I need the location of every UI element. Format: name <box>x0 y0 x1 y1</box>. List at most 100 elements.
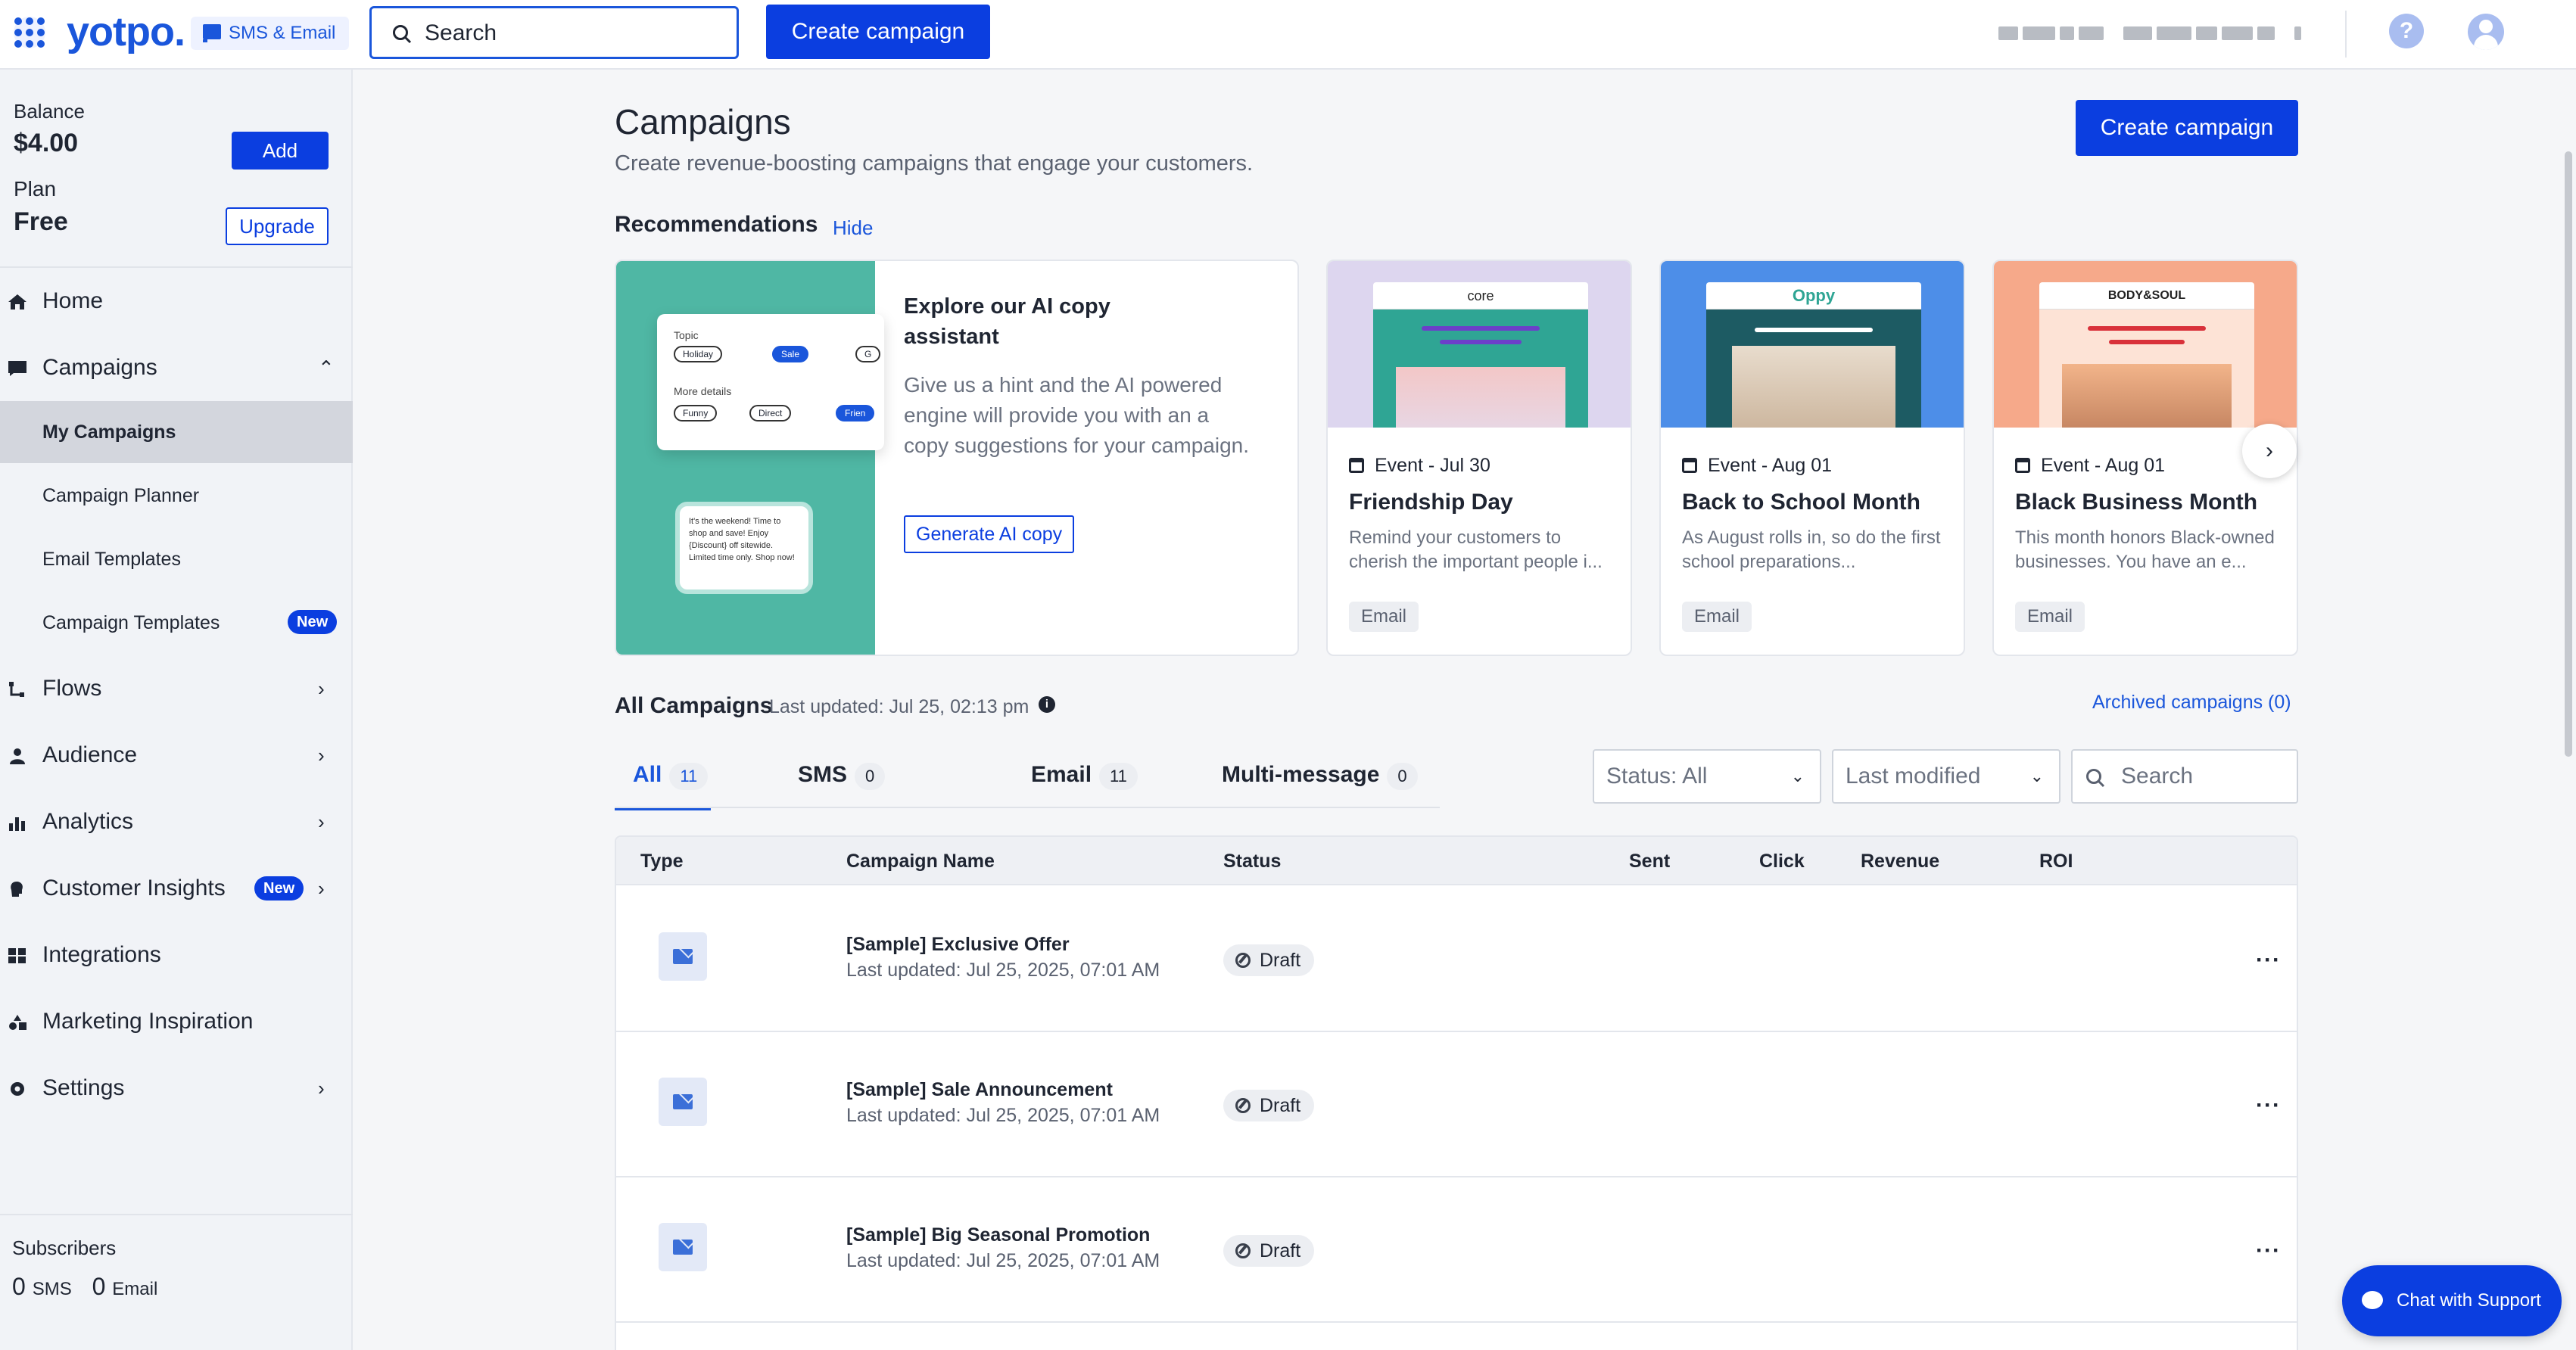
email-preview: BODY&SOUL <box>2039 282 2254 428</box>
product-switcher[interactable]: SMS & Email <box>191 17 350 50</box>
email-preview: Oppy <box>1706 282 1921 428</box>
yotpo-logo[interactable]: yotpo. <box>67 8 185 56</box>
status-filter-value: Status: All <box>1606 764 1708 789</box>
sidebar-subitem-campaign-planner[interactable]: Campaign Planner <box>0 465 353 527</box>
sidebar-subitem-email-templates[interactable]: Email Templates <box>0 528 353 590</box>
tab-multi-message[interactable]: Multi-message 0 <box>1222 760 1418 807</box>
chevron-up-icon: ⌃ <box>318 356 335 379</box>
status-filter-select[interactable]: Status: All ⌄ <box>1593 749 1821 804</box>
event-date-text: Event - Aug 01 <box>2041 455 2166 476</box>
email-type-icon <box>659 1078 707 1126</box>
sidebar-subitem-my-campaigns[interactable]: My Campaigns <box>0 401 353 463</box>
details-label: More details <box>674 385 732 397</box>
ai-card-title: Explore our AI copy assistant <box>904 294 1110 349</box>
ai-prompt-panel: Topic Holiday Sale G More details Funny … <box>657 314 884 450</box>
event-name: Black Business Month <box>2015 490 2258 515</box>
email-preview: core <box>1373 282 1588 428</box>
carousel-next-button[interactable]: › <box>2242 424 2297 478</box>
archived-campaigns-link[interactable]: Archived campaigns (0) <box>2092 692 2291 714</box>
tab-email[interactable]: Email 11 <box>1031 760 1138 807</box>
sidebar-item-customer-insights[interactable]: Customer Insights New › <box>0 858 353 919</box>
generate-ai-copy-button[interactable]: Generate AI copy <box>904 515 1075 553</box>
email-count: 0 <box>92 1273 106 1300</box>
sidebar-item-marketing-inspiration[interactable]: Marketing Inspiration <box>0 991 353 1052</box>
hide-recommendations-link[interactable]: Hide <box>833 216 873 240</box>
campaign-search-field[interactable]: Search <box>2071 749 2298 804</box>
campaigns-icon <box>8 361 26 376</box>
column-header-sent[interactable]: Sent <box>1629 837 1670 885</box>
sort-select[interactable]: Last modified ⌄ <box>1832 749 2060 804</box>
calendar-icon <box>2015 458 2030 473</box>
audience-icon <box>10 748 25 764</box>
column-header-roi[interactable]: ROI <box>2039 837 2073 885</box>
help-icon[interactable]: ? <box>2389 14 2424 48</box>
tab-count: 11 <box>669 763 709 790</box>
event-card-friendship-day[interactable]: core Event - Jul 30 Friendship Day Remin… <box>1326 260 1632 656</box>
sidebar-subitem-campaign-templates[interactable]: Campaign Templates New <box>0 592 353 654</box>
apps-grid-icon[interactable] <box>14 17 45 48</box>
column-header-revenue[interactable]: Revenue <box>1861 837 1939 885</box>
preview-line <box>1422 326 1540 331</box>
sidebar-item-analytics[interactable]: Analytics › <box>0 792 353 852</box>
status-text: Draft <box>1260 1095 1301 1116</box>
ai-message-bubble: It's the weekend! Time to shop and save!… <box>675 502 813 594</box>
status-text: Draft <box>1260 1240 1301 1261</box>
column-header-type[interactable]: Type <box>640 837 684 885</box>
campaign-search-placeholder: Search <box>2121 764 2194 789</box>
campaign-name[interactable]: [Sample] Exclusive Offer <box>846 934 1070 956</box>
sidebar-item-flows[interactable]: Flows › <box>0 658 353 719</box>
preview-line <box>1440 340 1522 344</box>
chevron-right-icon: › <box>318 677 325 700</box>
column-header-name[interactable]: Campaign Name <box>846 837 995 885</box>
table-row[interactable]: [Sample] Sale Announcement Last updated:… <box>616 1032 2297 1177</box>
sidebar-item-label: Analytics <box>42 809 134 834</box>
balance-label: Balance <box>14 100 85 123</box>
all-campaigns-heading: All Campaigns <box>615 693 773 718</box>
tab-label: All <box>633 762 662 787</box>
event-description: Remind your customers to cherish the imp… <box>1349 527 1603 572</box>
status-text: Draft <box>1260 950 1301 971</box>
column-header-status[interactable]: Status <box>1223 837 1281 885</box>
row-more-icon[interactable]: ··· <box>2256 947 2281 973</box>
sidebar-subitem-label: Campaign Planner <box>42 485 200 506</box>
sidebar-item-home[interactable]: Home <box>0 271 353 331</box>
topbar-create-campaign-button[interactable]: Create campaign <box>766 5 990 59</box>
channel-tag: Email <box>1349 602 1419 632</box>
add-balance-button[interactable]: Add <box>232 132 329 170</box>
global-search[interactable] <box>369 6 739 59</box>
global-search-input[interactable] <box>425 16 727 51</box>
event-hero: BODY&SOUL <box>1994 261 2297 428</box>
sidebar-item-audience[interactable]: Audience › <box>0 725 353 785</box>
page-scrollbar[interactable] <box>2565 151 2572 757</box>
ai-card-description: Give us a hint and the AI powered engine… <box>904 373 1250 457</box>
event-card-back-to-school[interactable]: Oppy Event - Aug 01 Back to School Month… <box>1659 260 1965 656</box>
user-avatar-icon[interactable] <box>2468 14 2504 50</box>
row-more-icon[interactable]: ··· <box>2256 1093 2281 1118</box>
campaign-name[interactable]: [Sample] Sale Announcement <box>846 1079 1113 1101</box>
sidebar-item-campaigns[interactable]: Campaigns ⌃ <box>0 338 353 398</box>
create-campaign-button[interactable]: Create campaign <box>2076 100 2298 156</box>
campaign-name[interactable]: [Sample] Big Seasonal Promotion <box>846 1224 1150 1246</box>
table-row[interactable]: [Sample] Exclusive Offer Last updated: J… <box>616 887 2297 1032</box>
email-preview-band <box>1706 310 1921 428</box>
tab-sms[interactable]: SMS 0 <box>798 760 886 807</box>
row-more-icon[interactable]: ··· <box>2256 1238 2281 1264</box>
account-name-redacted[interactable] <box>1998 20 2301 47</box>
email-label: Email <box>112 1279 158 1299</box>
draft-icon <box>1235 1243 1251 1258</box>
event-date: Event - Aug 01 <box>2015 455 2165 477</box>
sidebar-subitem-label: Campaign Templates <box>42 612 220 633</box>
sidebar-item-label: Marketing Inspiration <box>42 1009 254 1034</box>
tab-all[interactable]: All 11 <box>614 760 712 810</box>
sidebar-item-integrations[interactable]: Integrations <box>0 925 353 985</box>
upgrade-button[interactable]: Upgrade <box>226 207 329 245</box>
column-header-click[interactable]: Click <box>1759 837 1805 885</box>
search-icon <box>393 25 412 44</box>
info-icon[interactable]: i <box>1039 696 1055 713</box>
table-row[interactable]: [Sample] Big Seasonal Promotion Last upd… <box>616 1177 2297 1323</box>
status-badge: Draft <box>1223 944 1315 976</box>
chat-with-support-button[interactable]: Chat with Support <box>2342 1265 2562 1336</box>
sidebar-item-label: Audience <box>42 742 138 767</box>
sidebar-item-settings[interactable]: Settings › <box>0 1058 353 1118</box>
event-date-text: Event - Jul 30 <box>1375 455 1490 476</box>
